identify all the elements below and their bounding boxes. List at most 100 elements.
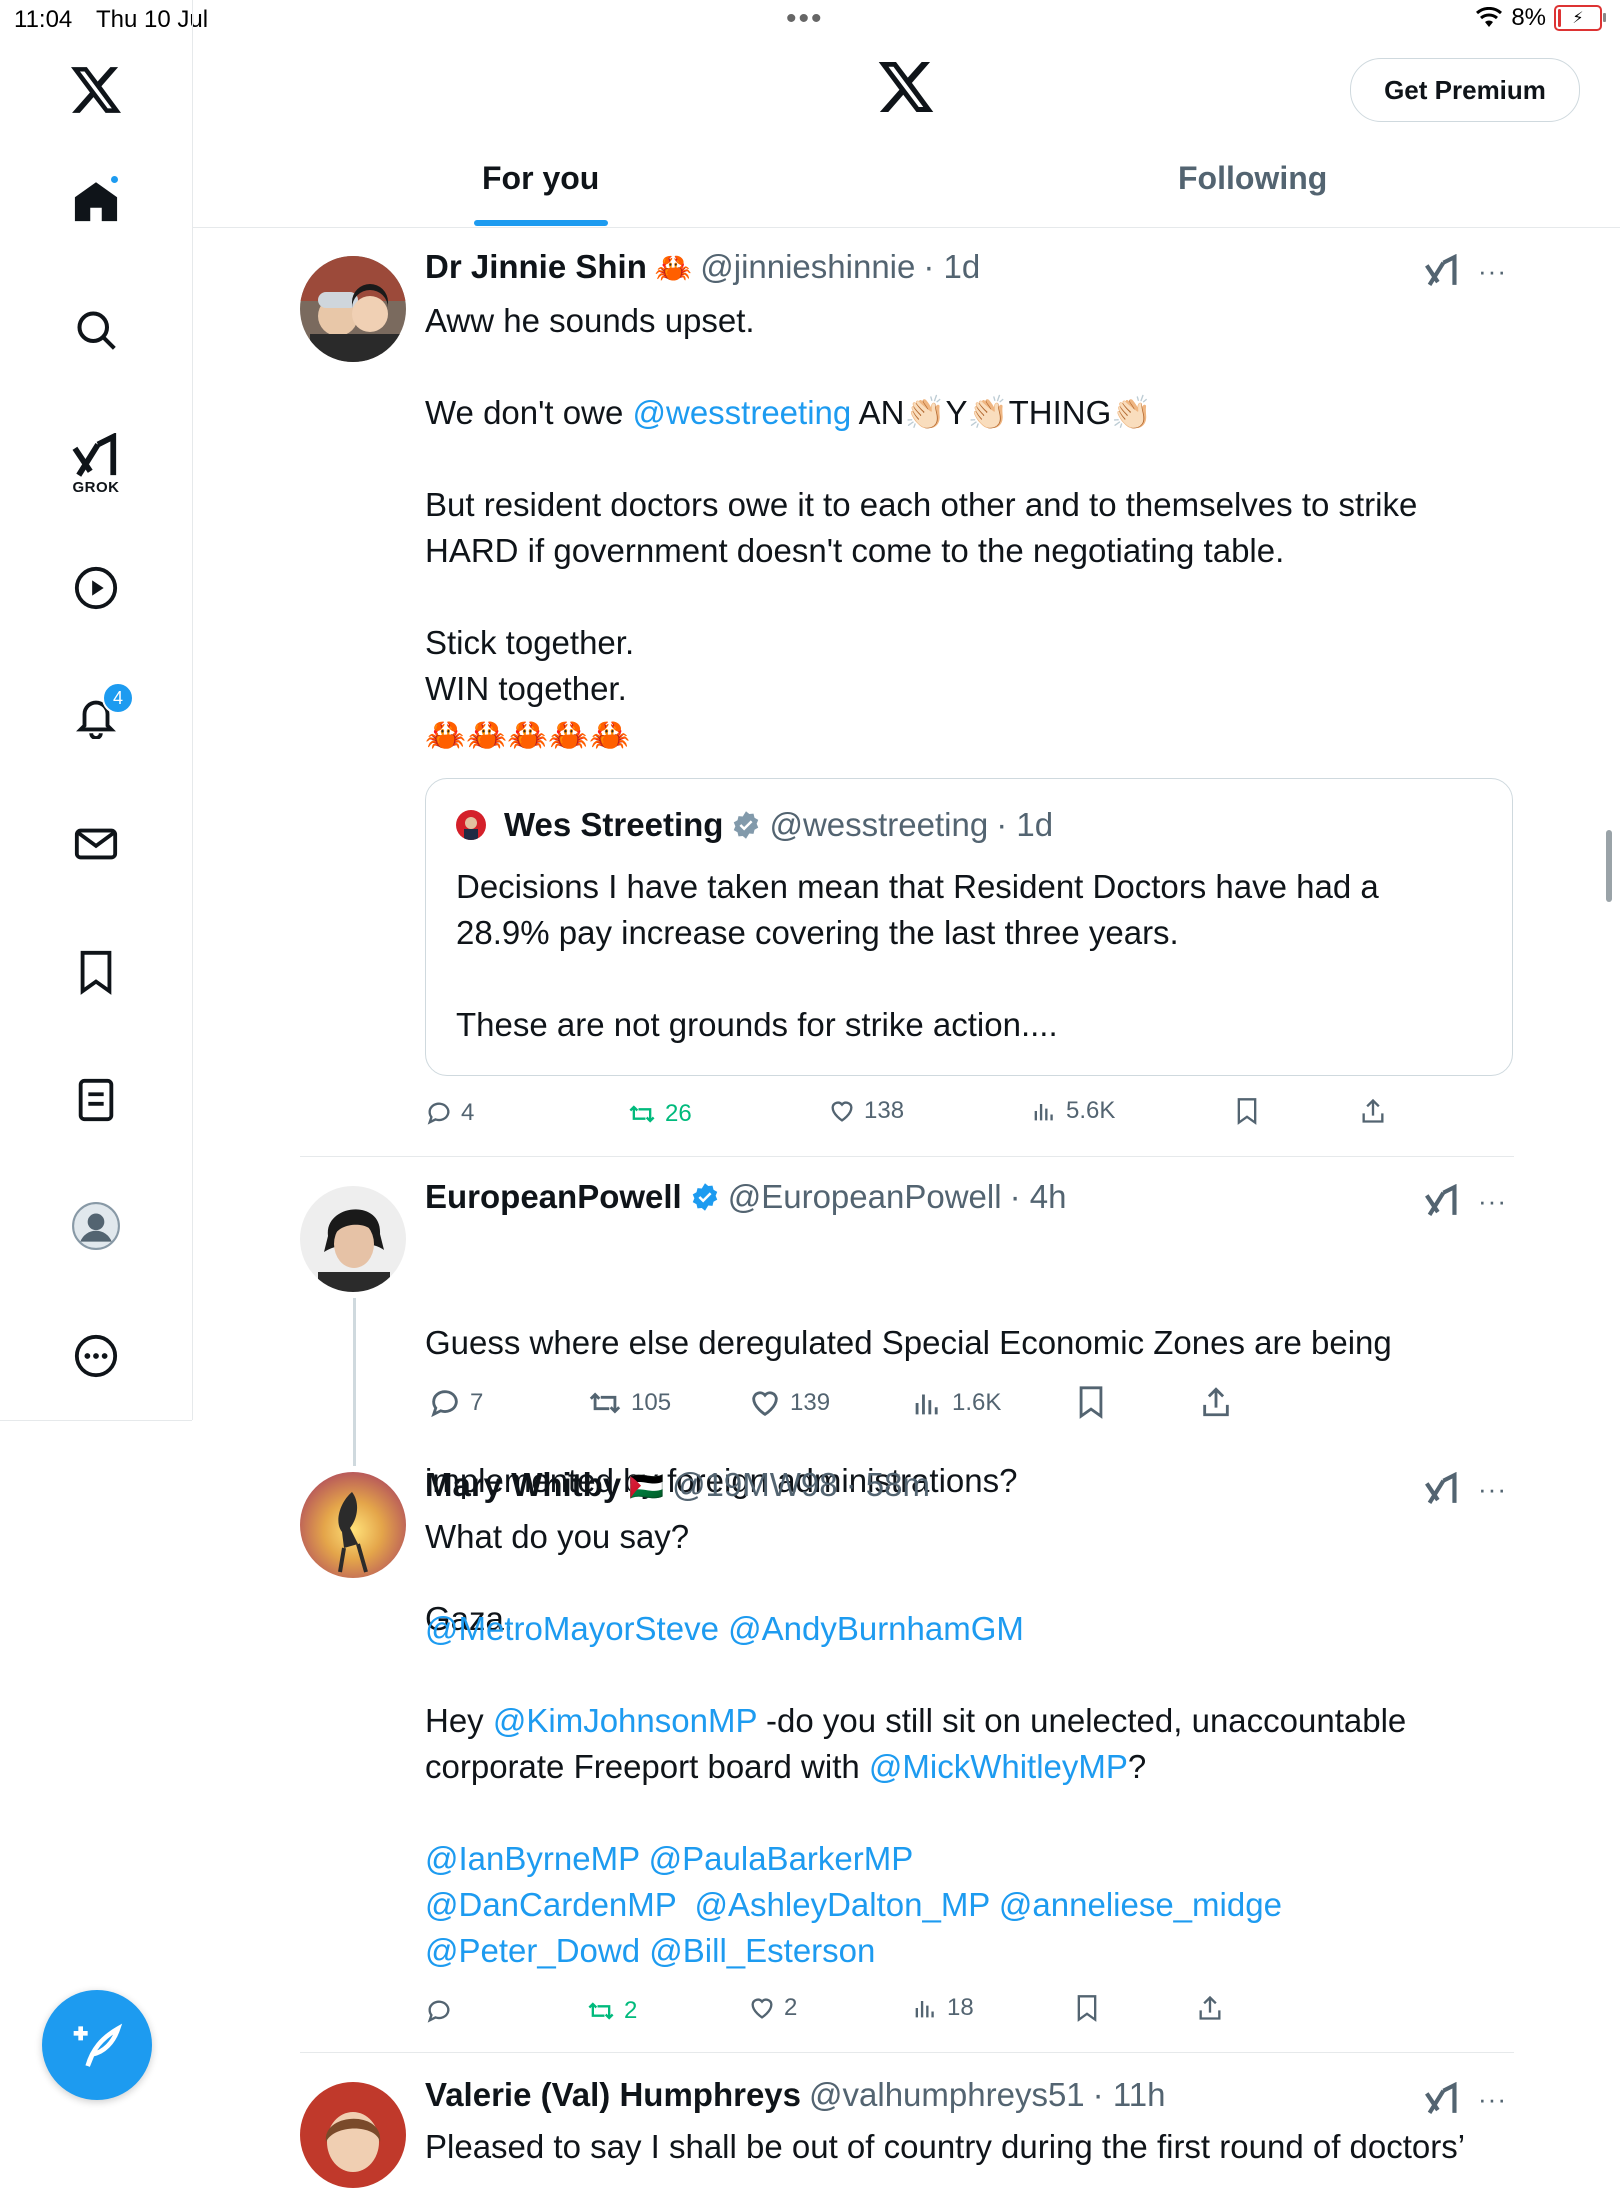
- author-handle[interactable]: @jinnieshinnie: [700, 248, 915, 286]
- sidebar-divider: [0, 1420, 192, 1421]
- reply-button[interactable]: 7: [428, 1386, 483, 1420]
- reply-button[interactable]: [425, 1997, 461, 2025]
- post-line: [425, 436, 1505, 482]
- views-button[interactable]: 5.6K: [1030, 1097, 1115, 1125]
- notification-badge: 4: [102, 682, 134, 714]
- mention-link[interactable]: @DanCardenMP: [425, 1886, 676, 1923]
- tab-for-you[interactable]: For you: [482, 160, 599, 197]
- scrollbar[interactable]: [1606, 830, 1612, 902]
- grok-explain-icon[interactable]: [1424, 1471, 1460, 1511]
- avatar[interactable]: [300, 256, 406, 362]
- bookmark-button[interactable]: [1233, 1096, 1261, 1126]
- avatar[interactable]: [300, 2082, 406, 2188]
- mention-link[interactable]: @AndyBurnhamGM: [728, 1610, 1024, 1647]
- views-icon: [1034, 1104, 1053, 1121]
- author-name[interactable]: Valerie (Val) Humphreys: [425, 2076, 801, 2114]
- lists-icon: [78, 1078, 114, 1122]
- avatar[interactable]: [300, 1186, 406, 1292]
- quoted-post-time: · 1d: [996, 806, 1054, 843]
- views-button[interactable]: 1.6K: [910, 1386, 1001, 1420]
- repost-button[interactable]: 2: [586, 1997, 637, 2025]
- reply-icon: [427, 2000, 450, 2023]
- share-button[interactable]: [1199, 1384, 1233, 1420]
- more-options-icon[interactable]: ···: [1478, 2084, 1507, 2115]
- author-handle[interactable]: @19MW98: [672, 1466, 838, 1504]
- wifi-icon: [1476, 7, 1503, 27]
- share-button[interactable]: [1359, 1096, 1387, 1126]
- mention-link[interactable]: @Bill_Esterson: [649, 1932, 875, 1969]
- reply-icon: [431, 1390, 458, 1418]
- reply-button[interactable]: 4: [425, 1099, 474, 1127]
- sidebar-item-lists[interactable]: [60, 1064, 132, 1136]
- grok-explain-icon[interactable]: [1424, 253, 1460, 293]
- bookmark-button[interactable]: [1074, 1384, 1108, 1420]
- sidebar-item-profile[interactable]: [60, 1190, 132, 1262]
- views-icon: [915, 1394, 938, 1415]
- more-options-icon[interactable]: ···: [1478, 1474, 1507, 1505]
- like-button[interactable]: 138: [828, 1097, 904, 1125]
- author-name[interactable]: Dr Jinnie Shin: [425, 248, 647, 286]
- more-circle-icon: [74, 1334, 118, 1378]
- sidebar-item-video[interactable]: [60, 552, 132, 624]
- author-handle[interactable]: @EuropeanPowell: [728, 1178, 1002, 1216]
- mention-link[interactable]: @wesstreeting: [632, 394, 851, 431]
- mention-link[interactable]: @anneliese_midge: [999, 1886, 1282, 1923]
- multitasking-dots-icon[interactable]: •••: [786, 2, 824, 36]
- grok-explain-icon[interactable]: [1424, 2081, 1460, 2121]
- mention-link[interactable]: @PaulaBarkerMP: [649, 1840, 914, 1877]
- post-body: Aww he sounds upset. We don't owe @wesstr…: [425, 298, 1505, 758]
- get-premium-button[interactable]: Get Premium: [1350, 58, 1580, 122]
- post-text: 🦀🦀🦀🦀🦀: [425, 716, 631, 753]
- post-time: · 1d: [923, 248, 981, 285]
- tab-following[interactable]: Following: [1178, 160, 1327, 197]
- views-button[interactable]: 18: [911, 1994, 974, 2022]
- mention-link[interactable]: @Peter_Dowd: [425, 1932, 640, 1969]
- sidebar-item-bookmarks[interactable]: [60, 936, 132, 1008]
- grok-explain-icon[interactable]: [1424, 1183, 1460, 1223]
- mention-link[interactable]: @IanByrneMP: [425, 1840, 639, 1877]
- x-logo-icon[interactable]: [60, 54, 132, 126]
- reply-count: 4: [461, 1099, 475, 1126]
- sidebar-item-notifications[interactable]: 4: [60, 680, 134, 752]
- mention-link[interactable]: @MetroMayorSteve: [425, 1610, 719, 1647]
- x-header-logo-icon[interactable]: [878, 62, 934, 117]
- active-tab-indicator: [474, 220, 608, 226]
- quoted-line: These are not grounds for strike action.…: [456, 1006, 1058, 1043]
- sidebar-item-messages[interactable]: [60, 808, 132, 880]
- mention-link[interactable]: @MickWhitleyMP: [869, 1748, 1128, 1785]
- author-name[interactable]: Mary Whitby: [425, 1466, 621, 1504]
- repost-button[interactable]: 26: [627, 1100, 692, 1128]
- repost-button[interactable]: 105: [587, 1386, 671, 1420]
- post-text: Aww he sounds upset.: [425, 302, 755, 339]
- more-options-icon[interactable]: ···: [1478, 1186, 1507, 1217]
- sidebar-item-search[interactable]: [60, 294, 132, 366]
- compose-button[interactable]: [42, 1990, 152, 2100]
- repost-count: 26: [665, 1100, 692, 1127]
- more-options-icon[interactable]: ···: [1478, 256, 1507, 287]
- mention-link[interactable]: @AshleyDalton_MP: [695, 1886, 990, 1923]
- author-name[interactable]: EuropeanPowell: [425, 1178, 682, 1216]
- home-unread-dot: [111, 176, 118, 183]
- quoted-author-name: Wes Streeting: [504, 806, 724, 843]
- share-icon: [1203, 1387, 1229, 1417]
- like-count: 139: [790, 1389, 831, 1416]
- repost-icon: [589, 1392, 621, 1414]
- like-count: 138: [864, 1097, 905, 1124]
- sidebar-item-grok[interactable]: GROK: [60, 420, 132, 496]
- avatar[interactable]: [300, 1472, 406, 1578]
- post-text: AN👏🏻Y👏🏻THING👏🏻: [851, 394, 1153, 431]
- post-text: But resident doctors owe it to each othe…: [425, 486, 1418, 523]
- post-text: ?: [1127, 1748, 1147, 1785]
- like-button[interactable]: 139: [748, 1386, 830, 1420]
- sidebar-item-home[interactable]: [60, 166, 132, 238]
- heart-icon: [751, 1998, 773, 2019]
- battery-percent: 8%: [1511, 4, 1546, 31]
- share-button[interactable]: [1196, 1993, 1224, 2023]
- author-handle[interactable]: @valhumphreys51: [809, 2076, 1085, 2114]
- like-button[interactable]: 2: [748, 1994, 797, 2022]
- views-icon: [915, 2001, 934, 2018]
- sidebar-item-more[interactable]: [60, 1320, 132, 1392]
- post-line: We don't owe @wesstreeting AN👏🏻Y👏🏻THING👏…: [425, 390, 1505, 436]
- bookmark-button[interactable]: [1073, 1993, 1101, 2023]
- mention-link[interactable]: @KimJohnsonMP: [493, 1702, 757, 1739]
